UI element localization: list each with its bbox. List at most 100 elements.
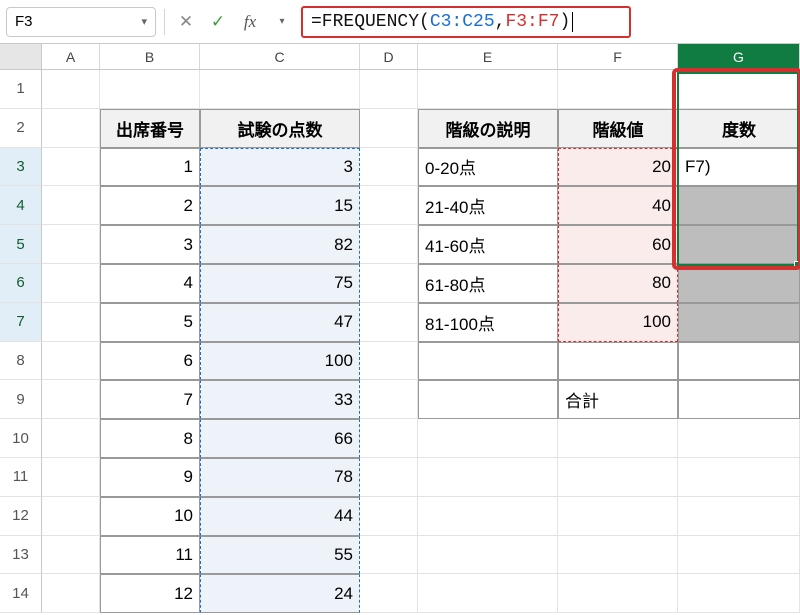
cell[interactable]: 21-40点 [418, 186, 558, 225]
cell[interactable] [558, 342, 678, 381]
cell[interactable] [678, 536, 800, 575]
cell[interactable]: 47 [200, 303, 360, 342]
cell[interactable] [678, 70, 800, 109]
cell[interactable] [360, 342, 418, 381]
cell[interactable] [360, 497, 418, 536]
cell[interactable] [360, 70, 418, 109]
cell[interactable] [360, 574, 418, 613]
cell[interactable] [678, 419, 800, 458]
cell[interactable] [418, 380, 558, 419]
col-header-C[interactable]: C [200, 44, 360, 69]
cell[interactable] [42, 458, 100, 497]
cell[interactable]: 10 [100, 497, 200, 536]
cell[interactable] [678, 264, 800, 303]
cell[interactable] [100, 70, 200, 109]
cell[interactable] [558, 574, 678, 613]
name-box[interactable]: F3 ▾ [6, 7, 156, 37]
cell[interactable] [42, 148, 100, 187]
cell[interactable] [42, 109, 100, 148]
row-header[interactable]: 10 [0, 419, 42, 458]
cell-G3[interactable]: F7) [678, 148, 800, 187]
cell[interactable]: 8 [100, 419, 200, 458]
cancel-icon[interactable]: ✕ [173, 9, 199, 35]
cell[interactable] [360, 380, 418, 419]
cell[interactable] [558, 536, 678, 575]
row-header[interactable]: 13 [0, 536, 42, 575]
cell[interactable] [418, 419, 558, 458]
cell[interactable] [360, 148, 418, 187]
row-header[interactable]: 11 [0, 458, 42, 497]
header-G[interactable]: 度数 [678, 109, 800, 148]
cell[interactable] [558, 497, 678, 536]
row-header[interactable]: 7 [0, 303, 42, 342]
cell[interactable]: 15 [200, 186, 360, 225]
col-header-B[interactable]: B [100, 44, 200, 69]
cell[interactable]: 6 [100, 342, 200, 381]
row-header[interactable]: 6 [0, 264, 42, 303]
cell[interactable] [418, 574, 558, 613]
cell[interactable] [42, 342, 100, 381]
cell[interactable]: 3 [200, 148, 360, 187]
fx-dropdown-icon[interactable]: ▾ [269, 9, 295, 35]
header-C[interactable]: 試験の点数 [200, 109, 360, 148]
cell[interactable] [678, 574, 800, 613]
row-header[interactable]: 2 [0, 109, 42, 148]
cell[interactable]: 7 [100, 380, 200, 419]
header-E[interactable]: 階級の説明 [418, 109, 558, 148]
cell[interactable] [418, 536, 558, 575]
header-F[interactable]: 階級値 [558, 109, 678, 148]
cell-F9[interactable]: 合計 [558, 380, 678, 419]
cell[interactable] [42, 574, 100, 613]
cell[interactable] [678, 186, 800, 225]
row-header[interactable]: 3 [0, 148, 42, 187]
row-header[interactable]: 1 [0, 70, 42, 109]
cell[interactable] [42, 536, 100, 575]
cell[interactable]: 24 [200, 574, 360, 613]
cell[interactable] [360, 419, 418, 458]
cell[interactable] [42, 70, 100, 109]
cell[interactable] [42, 419, 100, 458]
cell[interactable] [360, 458, 418, 497]
cell[interactable]: 44 [200, 497, 360, 536]
row-header[interactable]: 4 [0, 186, 42, 225]
cell[interactable]: 66 [200, 419, 360, 458]
cell[interactable]: 100 [200, 342, 360, 381]
cell[interactable] [200, 70, 360, 109]
cell[interactable] [42, 303, 100, 342]
cell[interactable]: 82 [200, 225, 360, 264]
cell[interactable]: 55 [200, 536, 360, 575]
cell[interactable] [678, 458, 800, 497]
cell[interactable] [360, 536, 418, 575]
col-header-F[interactable]: F [558, 44, 678, 69]
cell[interactable]: 9 [100, 458, 200, 497]
enter-icon[interactable]: ✓ [205, 9, 231, 35]
cell[interactable] [360, 264, 418, 303]
cell[interactable]: 3 [100, 225, 200, 264]
col-header-E[interactable]: E [418, 44, 558, 69]
cell[interactable]: 4 [100, 264, 200, 303]
select-all-corner[interactable] [0, 44, 42, 69]
cell[interactable] [558, 419, 678, 458]
formula-input[interactable]: =FREQUENCY(C3:C25,F3:F7) [301, 6, 631, 38]
cell[interactable]: 33 [200, 380, 360, 419]
cell[interactable] [42, 497, 100, 536]
cell[interactable] [558, 458, 678, 497]
chevron-down-icon[interactable]: ▾ [141, 15, 147, 28]
cell[interactable]: 100 [558, 303, 678, 342]
row-header[interactable]: 12 [0, 497, 42, 536]
cell[interactable] [418, 70, 558, 109]
cell[interactable] [678, 225, 800, 264]
cell[interactable]: 5 [100, 303, 200, 342]
row-header[interactable]: 8 [0, 342, 42, 381]
cell[interactable]: 0-20点 [418, 148, 558, 187]
cell[interactable]: 60 [558, 225, 678, 264]
cell[interactable] [418, 342, 558, 381]
row-header[interactable]: 14 [0, 574, 42, 613]
cell[interactable]: 40 [558, 186, 678, 225]
cell[interactable] [558, 70, 678, 109]
row-header[interactable]: 5 [0, 225, 42, 264]
cell[interactable]: 61-80点 [418, 264, 558, 303]
cell[interactable]: 78 [200, 458, 360, 497]
cell[interactable]: 81-100点 [418, 303, 558, 342]
row-header[interactable]: 9 [0, 380, 42, 419]
